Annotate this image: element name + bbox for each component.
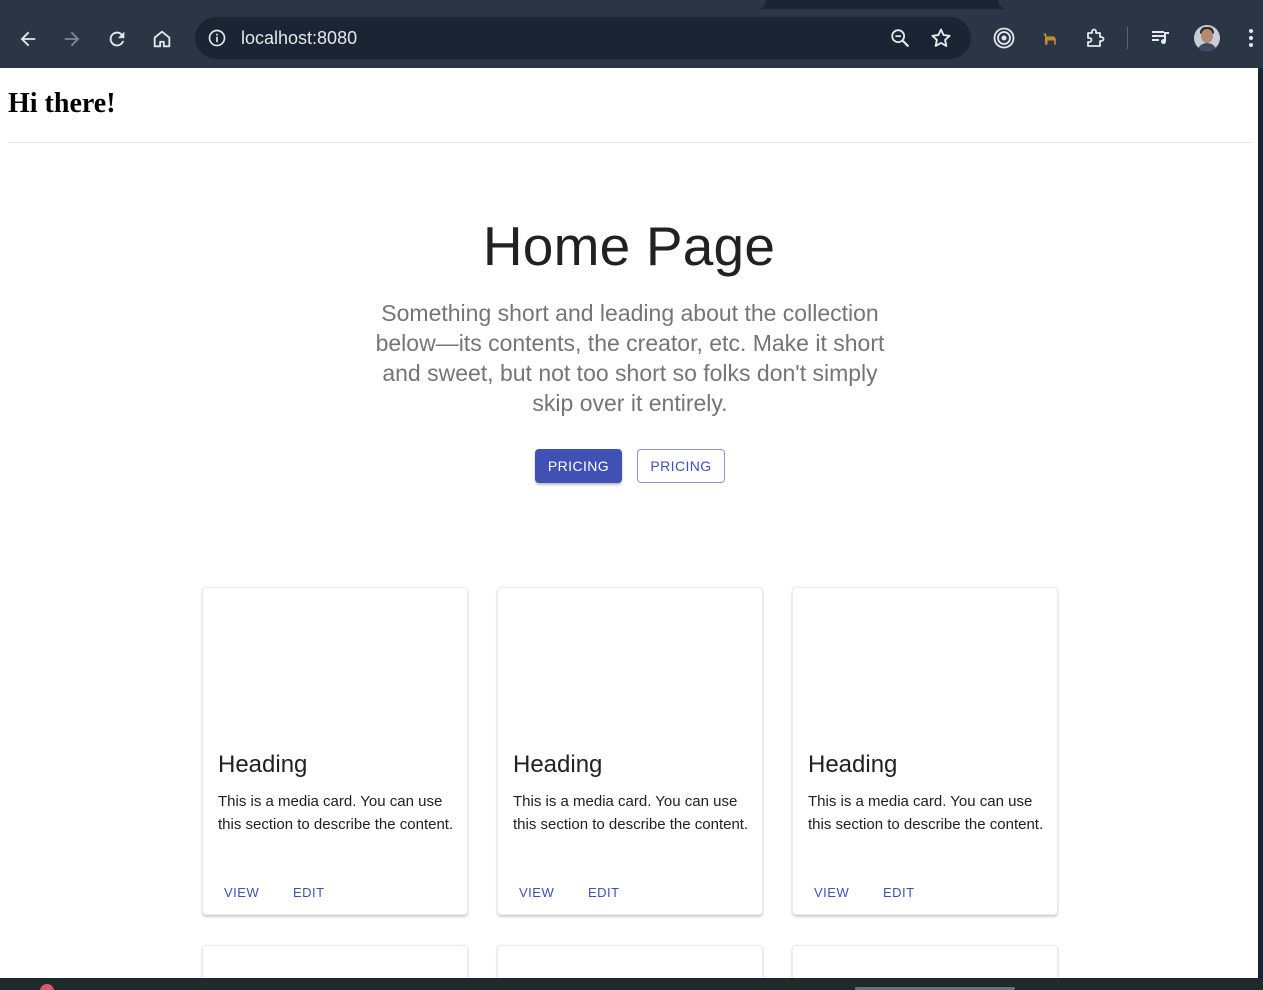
card-text: This is a media card. You can use this s…	[218, 793, 454, 833]
browser-toolbar: localhost:8080	[0, 9, 1263, 68]
media-card	[202, 945, 468, 978]
info-icon	[208, 29, 226, 47]
extension-llama-button[interactable]	[1037, 25, 1063, 51]
taskbar-app-icon[interactable]	[40, 984, 54, 990]
url-text[interactable]: localhost:8080	[241, 28, 357, 49]
card-view-button[interactable]: View	[519, 885, 554, 900]
media-card: Heading This is a media card. You can us…	[792, 587, 1058, 915]
page-title: Home Page	[482, 215, 776, 277]
avatar-body	[1197, 43, 1217, 51]
greeting-heading: Hi there!	[8, 88, 116, 119]
taskbar-strip	[0, 978, 1263, 990]
card-text: This is a media card. You can use this s…	[513, 793, 749, 833]
extension-target-button[interactable]	[991, 25, 1017, 51]
media-control-button[interactable]	[1148, 25, 1174, 51]
pricing-primary-button[interactable]: Pricing	[535, 449, 622, 483]
card-view-button[interactable]: View	[224, 885, 259, 900]
target-icon	[993, 27, 1015, 49]
site-info-button[interactable]	[205, 26, 229, 50]
toolbar-divider	[1127, 27, 1128, 49]
arrow-right-icon	[64, 31, 80, 47]
media-card	[792, 945, 1058, 978]
active-tab[interactable]	[0, 0, 766, 9]
card-text: This is a media card. You can use this s…	[808, 793, 1044, 833]
home-button[interactable]	[146, 23, 178, 55]
card-heading: Heading	[513, 751, 603, 778]
back-button[interactable]	[12, 23, 44, 55]
media-card: Heading This is a media card. You can us…	[202, 587, 468, 915]
card-edit-button[interactable]: Edit	[293, 885, 325, 900]
media-card	[497, 945, 763, 978]
divider	[8, 142, 1253, 143]
card-edit-button[interactable]: Edit	[883, 885, 915, 900]
card-media	[203, 588, 467, 738]
zoom-icon[interactable]	[889, 27, 911, 49]
extensions-button[interactable]	[1082, 25, 1108, 51]
forward-button[interactable]	[56, 23, 88, 55]
card-view-button[interactable]: View	[814, 885, 849, 900]
address-bar[interactable]: localhost:8080	[195, 17, 971, 59]
star-icon[interactable]	[929, 26, 953, 50]
card-media	[498, 588, 762, 738]
kebab-menu-icon	[1249, 29, 1253, 47]
media-queue-icon	[1152, 31, 1169, 44]
page-viewport: Hi there! Home Page Something short and …	[0, 68, 1258, 978]
card-heading: Heading	[218, 751, 308, 778]
puzzle-icon	[1087, 28, 1105, 47]
arrow-left-icon	[20, 31, 36, 47]
inactive-tab[interactable]	[998, 0, 1263, 9]
reload-icon	[109, 31, 125, 47]
media-card: Heading This is a media card. You can us…	[497, 587, 763, 915]
home-icon	[153, 30, 171, 48]
hero-description: Something short and leading about the co…	[375, 300, 885, 416]
reload-button[interactable]	[101, 23, 133, 55]
card-edit-button[interactable]: Edit	[588, 885, 620, 900]
avatar-face	[1201, 29, 1213, 43]
llama-icon	[1043, 33, 1056, 45]
card-media	[793, 588, 1057, 738]
avatar[interactable]	[1194, 25, 1220, 51]
card-heading: Heading	[808, 751, 898, 778]
window-edge	[1258, 68, 1263, 978]
pricing-outline-button[interactable]: Pricing	[637, 449, 725, 483]
browser-menu-button[interactable]	[1238, 25, 1263, 51]
